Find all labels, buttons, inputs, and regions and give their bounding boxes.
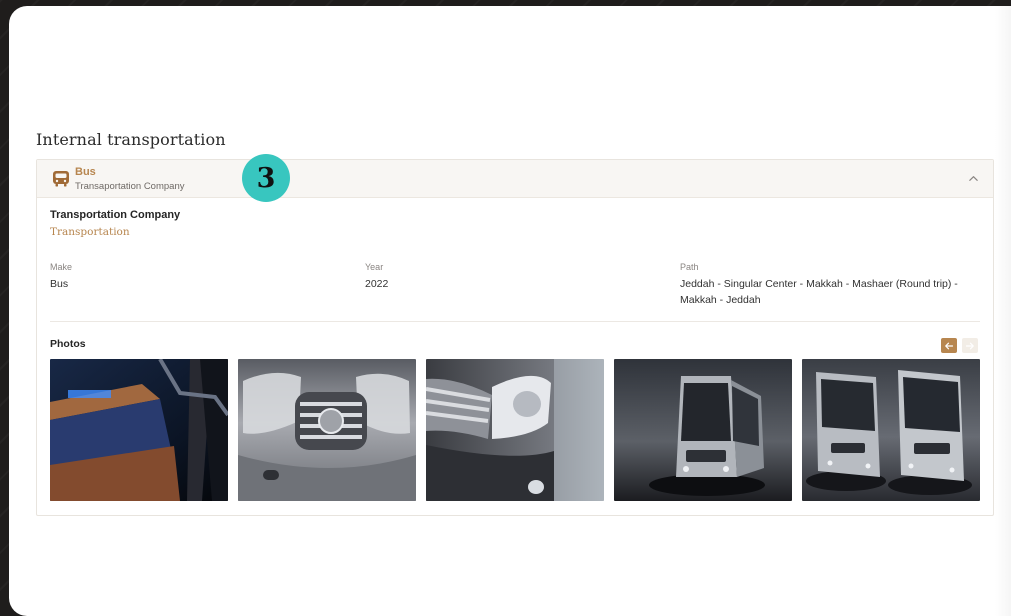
photo-bus-front-grille[interactable] [238,359,416,501]
bus-interior-image [50,359,228,501]
right-scroll-fade [995,6,1011,616]
company-title: Transportation Company [50,209,181,221]
photo-bus-front-view[interactable] [614,359,792,501]
year-label: Year [365,262,384,272]
step-badge: 3 [242,154,290,202]
photo-prev-button[interactable] [941,338,957,353]
arrow-right-icon [965,342,974,349]
bus-icon [53,171,69,187]
make-value: Bus [50,278,69,290]
photos-label: Photos [50,338,86,350]
card-title: Bus [75,166,96,178]
two-buses-image [802,359,980,501]
make-label: Make [50,262,73,272]
photo-bus-interior[interactable] [50,359,228,501]
bus-headlight-image [426,359,604,501]
photo-bus-headlight[interactable] [426,359,604,501]
chevron-up-icon[interactable] [968,173,979,184]
card-subtitle: Transaportation Company [75,181,185,192]
bus-front-grille-image [238,359,416,501]
path-label: Path [680,262,699,272]
path-value: Jeddah - Singular Center - Makkah - Mash… [680,278,958,306]
transport-card: Bus Transaportation Company 3 Transporta… [36,154,994,516]
section-title: Internal transportation [36,130,226,149]
section-divider [50,321,980,322]
transport-card-header[interactable]: Bus Transaportation Company 3 [37,154,993,202]
main-panel: Internal transportation Bus Transaportat… [9,6,1011,616]
photo-next-button[interactable] [962,338,978,353]
arrow-left-icon [945,342,954,349]
photo-two-buses[interactable] [802,359,980,501]
company-subtitle: Transportation [50,226,130,238]
year-value: 2022 [365,278,389,290]
bus-front-view-image [614,359,792,501]
